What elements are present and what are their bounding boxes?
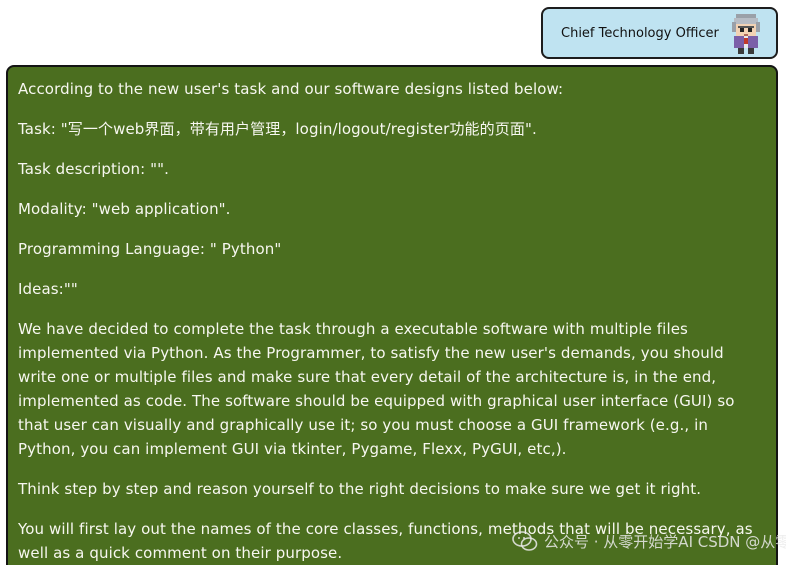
message-paragraph-instructions: We have decided to complete the task thr…: [18, 320, 735, 458]
message-paragraph-ideas: Ideas:"": [18, 280, 78, 298]
message-paragraph-task: Task: "写一个web界面，带有用户管理，login/logout/regi…: [18, 120, 537, 138]
message-paragraph-intro: According to the new user's task and our…: [18, 80, 564, 98]
message-bubble: According to the new user's task and our…: [6, 65, 778, 565]
watermark: 公众号 · 从零开始学AI CSDN @从零开始学AI: [512, 527, 786, 555]
pixel-robot-avatar-icon: [732, 14, 760, 54]
message-paragraph-language: Programming Language: " Python": [18, 240, 282, 258]
message-paragraph-think: Think step by step and reason yourself t…: [18, 480, 702, 498]
role-name: Chief Technology Officer: [561, 25, 719, 41]
message-paragraph-modality: Modality: "web application".: [18, 200, 231, 218]
message-paragraph-task-description: Task description: "".: [18, 160, 170, 178]
role-badge: Chief Technology Officer: [541, 7, 778, 59]
wechat-logo-icon: [512, 531, 538, 551]
watermark-text: 公众号 · 从零开始学AI CSDN @从零开始学AI: [544, 532, 786, 551]
chat-page: Chief Technology Officer According to th…: [0, 0, 786, 565]
